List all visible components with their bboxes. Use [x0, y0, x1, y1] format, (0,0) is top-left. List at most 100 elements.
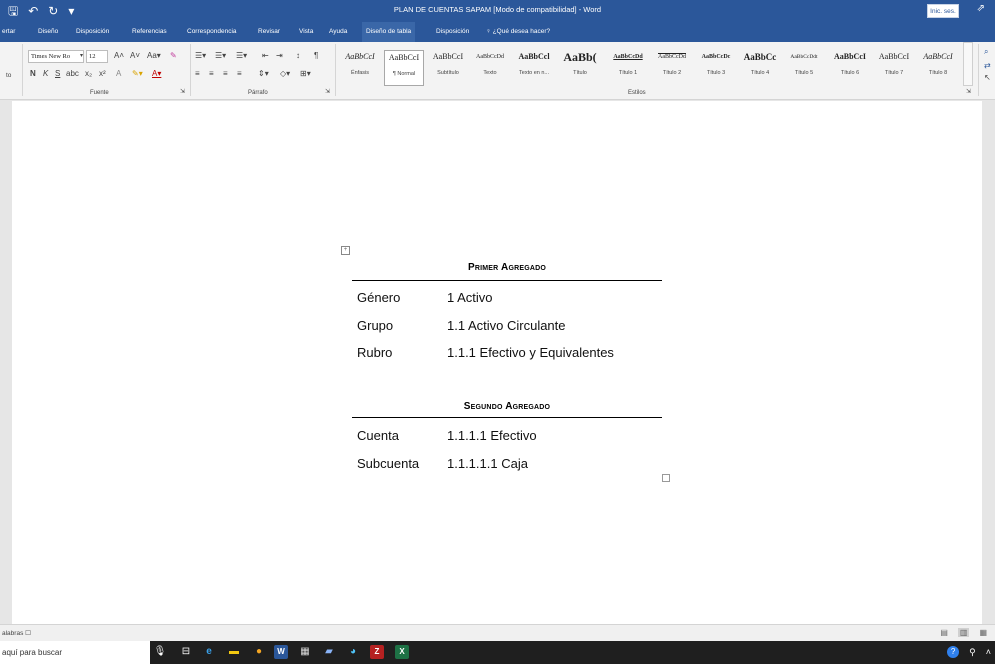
row-label: Género [357, 290, 401, 305]
increase-indent-icon[interactable]: ⇥ [276, 50, 283, 62]
print-layout-icon[interactable]: ▥ [957, 628, 970, 637]
app-icon[interactable]: ▰ [322, 645, 336, 659]
tab-table-layout[interactable]: Disposición [436, 22, 469, 42]
chrome-icon[interactable]: ● [252, 645, 266, 659]
select-icon[interactable]: ↖ [984, 72, 991, 84]
excel-icon[interactable]: X [395, 645, 409, 659]
align-right-icon[interactable]: ≡ [223, 68, 228, 80]
font-size-combo[interactable]: 12 [86, 50, 108, 63]
italic-icon[interactable]: K [43, 68, 48, 80]
align-center-icon[interactable]: ≡ [209, 68, 214, 80]
row-value: 1.1.1.1 Efectivo [447, 428, 537, 443]
separator [335, 44, 336, 96]
tab-insert[interactable]: ertar [2, 22, 15, 42]
highlight-icon[interactable]: ✎▾ [132, 68, 143, 80]
style-heading-3[interactable]: AaBbCcDc Título 3 [696, 50, 736, 86]
style-heading-7[interactable]: AaBbCcI Título 7 [874, 50, 914, 86]
shrink-font-icon[interactable]: A˅ [130, 50, 140, 62]
style-heading-4[interactable]: AaBbCc Título 4 [740, 50, 780, 86]
styles-dialog-launcher-icon[interactable]: ⇲ [966, 86, 971, 98]
task-view-icon[interactable]: ⊟ [179, 645, 193, 659]
read-mode-icon[interactable]: ▤ [940, 628, 948, 637]
sign-in-button[interactable]: Inic. ses. [927, 4, 959, 18]
superscript-icon[interactable]: x² [99, 68, 106, 80]
style-sample: AaBbCcI [833, 52, 866, 61]
decrease-indent-icon[interactable]: ⇤ [262, 50, 269, 62]
filezilla-icon[interactable]: Z [370, 645, 384, 659]
web-layout-icon[interactable]: ▦ [979, 628, 987, 637]
tab-mailings[interactable]: Correspondencia [187, 22, 237, 42]
document-page[interactable] [12, 101, 982, 624]
style-heading-1[interactable]: AaBbCcDd Título 1 [608, 50, 648, 86]
bold-icon[interactable]: N [30, 68, 36, 80]
tab-layout[interactable]: Disposición [76, 22, 109, 42]
numbering-icon[interactable]: ☰▾ [215, 50, 226, 62]
tab-design[interactable]: Diseño [38, 22, 58, 42]
change-case-icon[interactable]: Aa▾ [147, 50, 161, 62]
ribbon: to Times New Ro ▾ 12 A˄ A˅ Aa▾ ✎ N K S a… [0, 42, 995, 100]
subscript-icon[interactable]: x₂ [85, 68, 92, 80]
strikethrough-icon[interactable]: abc [66, 68, 79, 80]
underline-icon[interactable]: S [55, 68, 60, 80]
tab-references[interactable]: Referencias [132, 22, 167, 42]
styles-gallery-scroll[interactable] [963, 42, 973, 86]
sort-icon[interactable]: ↕ [296, 50, 300, 62]
replace-icon[interactable]: ⇄ [984, 60, 991, 72]
text-effects-icon[interactable]: A [116, 68, 121, 80]
multilevel-list-icon[interactable]: ☰▾ [236, 50, 247, 62]
style-heading-6[interactable]: AaBbCcI Título 6 [830, 50, 870, 86]
help-icon[interactable]: ? [947, 646, 960, 658]
tab-view[interactable]: Vista [299, 22, 313, 42]
row-value: 1 Activo [447, 290, 493, 305]
window-title: PLAN DE CUENTAS SAPAM [Modo de compatibi… [393, 5, 602, 14]
grow-font-icon[interactable]: A˄ [114, 50, 124, 62]
tell-me-box[interactable]: ♀ ¿Qué desea hacer? [486, 22, 550, 42]
font-color-icon[interactable]: A▾ [152, 68, 161, 80]
style-heading-5[interactable]: AaBbCcDdt Título 5 [784, 50, 824, 86]
group-label-styles: Estilos [628, 90, 646, 96]
justify-icon[interactable]: ≡ [237, 68, 242, 80]
ribbon-display-options-icon[interactable]: ⇗ [977, 3, 985, 14]
style-normal[interactable]: AaBbCcI ¶ Normal [384, 50, 424, 86]
style-sample: AaBbCcI [923, 52, 953, 61]
microphone-icon[interactable]: 🎙 [153, 645, 167, 659]
tab-review[interactable]: Revisar [258, 22, 280, 42]
edge-icon[interactable]: e [202, 645, 216, 659]
font-name-combo[interactable]: Times New Ro [28, 50, 84, 63]
style-heading-2[interactable]: AaBbCcDd Título 2 [652, 50, 692, 86]
browser-icon[interactable]: ◕ [346, 645, 360, 659]
file-explorer-icon[interactable]: ▬ [227, 645, 241, 659]
style-text-bold[interactable]: AaBbCcl Texto en n... [514, 50, 554, 86]
style-emphasis[interactable]: AaBbCcI Énfasis [340, 50, 380, 86]
tray-expand-icon[interactable]: ˄ [986, 647, 991, 657]
line-spacing-icon[interactable]: ⇕▾ [258, 68, 269, 80]
bullets-icon[interactable]: ☰▾ [195, 50, 206, 62]
borders-icon[interactable]: ⊞▾ [300, 68, 311, 80]
calculator-icon[interactable]: ▦ [298, 645, 312, 659]
find-icon[interactable]: ⌕ [984, 46, 988, 58]
paragraph-dialog-launcher-icon[interactable]: ⇲ [325, 86, 330, 98]
shading-icon[interactable]: ◇▾ [280, 68, 290, 80]
table-resize-handle[interactable] [662, 474, 670, 482]
clear-formatting-icon[interactable]: ✎ [170, 50, 177, 62]
tab-help[interactable]: Ayuda [329, 22, 347, 42]
show-marks-icon[interactable]: ¶ [314, 50, 318, 62]
style-text[interactable]: AaBbCcDd Texto [470, 50, 510, 86]
separator [190, 44, 191, 96]
style-title[interactable]: AaBb( Título [560, 50, 600, 86]
tab-table-design[interactable]: Diseño de tabla [362, 22, 416, 42]
lightbulb-icon: ♀ [486, 28, 493, 35]
table-move-handle-icon[interactable]: + [341, 246, 350, 255]
font-dialog-launcher-icon[interactable]: ⇲ [180, 86, 185, 98]
style-heading-8[interactable]: AaBbCcI Título 8 [918, 50, 958, 86]
separator [22, 44, 23, 96]
word-icon[interactable]: W [274, 645, 288, 659]
proofing-icon[interactable]: ☐ [25, 630, 31, 637]
word-count[interactable]: alabras ☐ [2, 629, 31, 637]
section-rule [352, 280, 662, 281]
align-left-icon[interactable]: ≡ [195, 68, 200, 80]
people-icon[interactable]: ⚲ [969, 647, 976, 658]
taskbar-search[interactable]: aquí para buscar [0, 641, 150, 664]
font-name-dropdown-icon[interactable]: ▾ [80, 50, 83, 62]
style-subtitle[interactable]: AaBbCcI Subtítulo [428, 50, 468, 86]
